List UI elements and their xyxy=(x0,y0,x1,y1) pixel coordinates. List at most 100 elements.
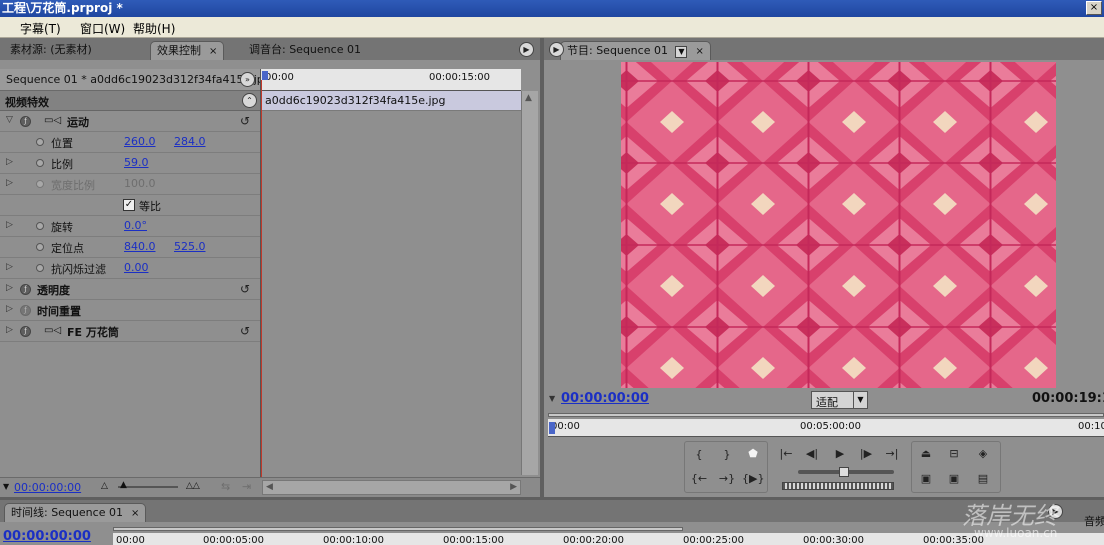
collapsed-triangle-icon[interactable]: ▷ xyxy=(6,325,13,335)
scroll-up-icon[interactable]: ▲ xyxy=(525,93,532,103)
zoom-in-icon[interactable]: △△ xyxy=(186,481,200,491)
output-icon[interactable]: ▣ xyxy=(943,472,965,485)
param-label: 定位点 xyxy=(51,242,84,255)
menu-title[interactable]: 字幕(T) xyxy=(20,20,61,37)
zoom-slider-thumb[interactable]: ▲ xyxy=(120,480,127,490)
fx-toggle-icon[interactable]: ƒ xyxy=(20,116,31,127)
timeline-timecode[interactable]: 00:00:00:00 xyxy=(3,529,91,544)
scroll-left-icon[interactable]: ◀ xyxy=(266,482,273,492)
program-ruler[interactable]: 00:00 00:05:00:00 00:10 xyxy=(548,419,1104,437)
panel-menu-icon[interactable]: ▶ xyxy=(1048,504,1063,519)
param-scale[interactable]: ▷ 比例 59.0 xyxy=(0,153,260,174)
expanded-triangle-icon[interactable]: ▽ xyxy=(6,115,13,125)
uniform-scale-checkbox[interactable]: ✓ xyxy=(123,199,135,211)
effect-kaleidoscope[interactable]: ▷ ƒ ▭◁ FE 万花筒 ↺ xyxy=(0,321,260,342)
collapsed-triangle-icon[interactable]: ▷ xyxy=(6,304,13,314)
timeline-zoom-bar[interactable] xyxy=(113,527,683,531)
param-anti-flicker[interactable]: ▷ 抗闪烁过滤 0.00 xyxy=(0,258,260,279)
param-anchor-point[interactable]: 定位点 840.0 525.0 xyxy=(0,237,260,258)
step-to-start-icon[interactable]: |← xyxy=(775,447,797,460)
stopwatch-icon[interactable] xyxy=(36,159,44,167)
mark-out-icon[interactable]: } xyxy=(716,448,738,461)
fit-dropdown[interactable]: 适配 ▼ xyxy=(811,391,868,409)
footer-timecode[interactable]: 00:00:00:00 xyxy=(14,481,81,494)
zoom-out-icon[interactable]: △ xyxy=(101,481,108,491)
play-in-to-out-icon[interactable]: {▶} xyxy=(742,472,764,485)
horizontal-scrollbar[interactable]: ◀ ▶ xyxy=(262,480,521,495)
shuttle-thumb[interactable] xyxy=(839,467,849,477)
menu-help[interactable]: 帮助(H) xyxy=(133,20,175,37)
panel-menu-icon[interactable]: ▶ xyxy=(549,42,564,57)
tab-effect-controls[interactable]: 效果控制 × xyxy=(150,41,225,60)
close-icon[interactable]: × xyxy=(131,508,139,519)
go-to-in-icon[interactable]: {← xyxy=(688,472,710,485)
effect-timeline-ruler[interactable]: 00:00 00:00:15:00 xyxy=(261,69,521,91)
tab-timeline[interactable]: 时间线: Sequence 01 × xyxy=(4,503,147,522)
stopwatch-icon[interactable] xyxy=(36,222,44,230)
vertical-scrollbar[interactable]: ▲ xyxy=(521,91,538,475)
effect-time-remap[interactable]: ▷ ƒ 时间重置 xyxy=(0,300,260,321)
anchor-y-value[interactable]: 525.0 xyxy=(174,240,206,253)
reset-icon[interactable]: ↺ xyxy=(240,324,250,338)
position-x-value[interactable]: 260.0 xyxy=(124,135,156,148)
collapse-icon[interactable]: ⌃ xyxy=(242,93,257,108)
stopwatch-icon[interactable] xyxy=(36,138,44,146)
close-icon[interactable]: × xyxy=(695,46,703,57)
stopwatch-icon[interactable] xyxy=(36,264,44,272)
menu-window[interactable]: 窗口(W) xyxy=(80,20,125,37)
audio-tab-label[interactable]: 音频 xyxy=(1084,513,1104,529)
param-uniform-scale[interactable]: ✓ 等比 xyxy=(0,195,260,216)
chevron-down-icon[interactable]: ▼ xyxy=(853,392,867,408)
show-timeline-icon[interactable]: » xyxy=(240,72,255,87)
program-current-timecode[interactable]: 00:00:00:00 xyxy=(561,391,649,406)
lift-icon[interactable]: ⏏ xyxy=(915,447,937,460)
collapsed-triangle-icon[interactable]: ▷ xyxy=(6,157,13,167)
param-rotation[interactable]: ▷ 旋转 0.0° xyxy=(0,216,260,237)
program-playhead[interactable] xyxy=(549,422,555,434)
go-to-out-icon[interactable]: →} xyxy=(716,472,738,485)
fx-toggle-icon[interactable]: ƒ xyxy=(20,284,31,295)
step-back-icon[interactable]: ◀| xyxy=(801,447,823,460)
reset-icon[interactable]: ↺ xyxy=(240,282,250,296)
collapsed-triangle-icon[interactable]: ▷ xyxy=(6,220,13,230)
trim-icon[interactable]: ◈ xyxy=(972,447,994,460)
effect-motion[interactable]: ▽ ƒ ▭◁ 运动 ↺ xyxy=(0,111,260,132)
window-close-button[interactable]: × xyxy=(1086,1,1102,15)
position-y-value[interactable]: 284.0 xyxy=(174,135,206,148)
mark-in-icon[interactable]: { xyxy=(688,448,710,461)
zoom-slider[interactable] xyxy=(118,486,178,488)
scroll-right-icon[interactable]: ▶ xyxy=(510,482,517,492)
play-icon[interactable]: ▶ xyxy=(829,447,851,460)
stopwatch-icon[interactable] xyxy=(36,243,44,251)
collapsed-triangle-icon[interactable]: ▷ xyxy=(6,283,13,293)
jog-wheel[interactable] xyxy=(782,482,894,490)
effect-clip-bar[interactable]: a0dd6c19023d312f34fa415e.jpg xyxy=(261,91,521,111)
export-frame-icon[interactable]: ▤ xyxy=(972,472,994,485)
safe-margins-icon[interactable]: ▣ xyxy=(915,472,937,485)
step-to-end-icon[interactable]: →| xyxy=(881,447,903,460)
panel-menu-icon[interactable]: ▶ xyxy=(519,42,534,57)
playhead-handle[interactable] xyxy=(262,71,268,80)
prev-keyframe-icon[interactable]: ⇆ xyxy=(221,480,230,493)
collapsed-triangle-icon[interactable]: ▷ xyxy=(6,262,13,272)
set-marker-icon[interactable]: ⬟ xyxy=(742,447,764,460)
tab-source[interactable]: 素材源: (无素材) xyxy=(4,41,98,60)
zoom-bar[interactable] xyxy=(548,413,1104,417)
param-position[interactable]: 位置 260.0 284.0 xyxy=(0,132,260,153)
tab-program[interactable]: 节目: Sequence 01 ▼ × xyxy=(560,41,711,60)
fx-toggle-icon[interactable]: ƒ xyxy=(20,305,31,316)
extract-icon[interactable]: ⊟ xyxy=(943,447,965,460)
close-icon[interactable]: × xyxy=(209,46,217,57)
export-icon[interactable]: ⇥ xyxy=(242,480,251,493)
rotation-value[interactable]: 0.0° xyxy=(124,219,147,232)
tab-audio-mixer[interactable]: 调音台: Sequence 01 xyxy=(243,41,367,60)
step-forward-icon[interactable]: |▶ xyxy=(855,447,877,460)
reset-icon[interactable]: ↺ xyxy=(240,114,250,128)
effect-opacity[interactable]: ▷ ƒ 透明度 ↺ xyxy=(0,279,260,300)
anti-flicker-value[interactable]: 0.00 xyxy=(124,261,149,274)
timeline-ruler[interactable]: 00:00 00:00:05:00 00:00:10:00 00:00:15:0… xyxy=(113,533,1104,545)
scale-value[interactable]: 59.0 xyxy=(124,156,149,169)
fx-toggle-icon[interactable]: ƒ xyxy=(20,326,31,337)
anchor-x-value[interactable]: 840.0 xyxy=(124,240,156,253)
sequence-dropdown-icon[interactable]: ▼ xyxy=(675,46,688,58)
